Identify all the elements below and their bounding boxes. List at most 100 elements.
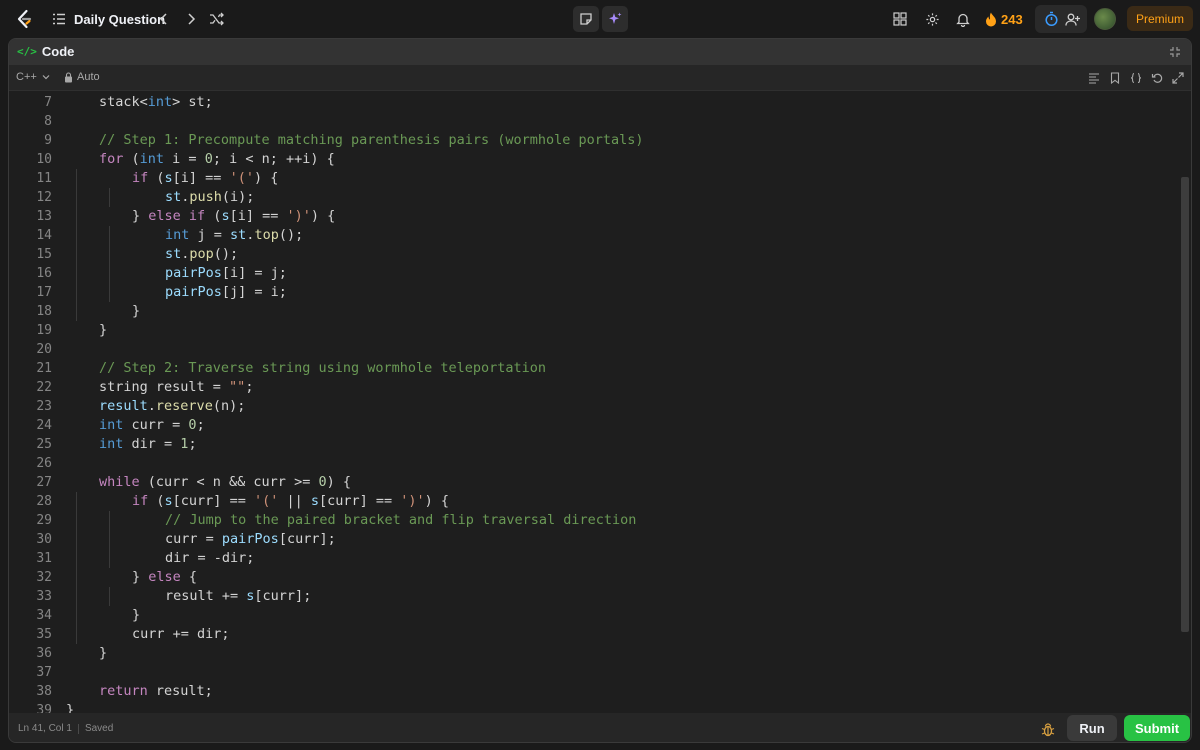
indent-guide [109,226,110,302]
save-status: Saved [84,723,114,734]
cursor-position: Ln 41, Col 1 [18,723,72,734]
submit-button[interactable]: Submit [1124,715,1190,741]
code-token: if [132,493,149,509]
code-line[interactable]: if (s[curr] == '(' || s[curr] == ')') { [132,492,449,511]
code-token: dir = -dir; [165,550,255,566]
code-token: [i] == [172,170,230,186]
line-number: 14 [36,228,52,243]
problem-list-label: Daily Question [74,11,166,27]
debugger-button[interactable] [1039,720,1057,738]
code-line[interactable]: while (curr < n && curr >= 0) { [99,473,351,492]
streak-count: 243 [1001,11,1023,27]
code-token: for [99,151,124,167]
code-line[interactable]: // Step 1: Precompute matching parenthes… [99,131,644,150]
code-line[interactable]: int dir = 1; [99,435,197,454]
code-token: s [310,493,319,509]
code-line[interactable]: result += s[curr]; [165,587,311,606]
run-button[interactable]: Run [1067,715,1117,741]
stopwatch-icon [1044,11,1058,27]
random-problem-button[interactable] [207,9,227,29]
code-line[interactable]: // Jump to the paired bracket and flip t… [165,511,636,530]
editor-status: Ln 41, Col 1 Saved [18,723,113,734]
layout-button[interactable] [890,9,910,29]
code-line[interactable]: for (int i = 0; i < n; ++i) { [99,150,335,169]
code-token: (n); [212,398,246,414]
code-token: '(' [253,493,279,509]
autosave-toggle[interactable]: Auto [64,71,100,83]
code-token: curr = [123,417,189,433]
top-navbar: Daily Question 243 Premium [0,0,1200,38]
code-tab[interactable]: </> Code [17,44,74,59]
braces-button[interactable] [1128,70,1144,86]
editor-scrollbar[interactable] [1181,177,1189,632]
code-line[interactable]: } [132,606,140,625]
code-token: ( [148,493,165,509]
line-number: 30 [36,532,52,547]
code-token: int [139,151,165,167]
language-select[interactable]: C++ [16,71,51,83]
code-line[interactable]: curr = pairPos[curr]; [165,530,336,549]
code-line[interactable]: int j = st.top(); [165,226,303,245]
code-line[interactable]: pairPos[j] = i; [165,283,287,302]
code-line[interactable]: } [99,644,107,663]
layout-icon [893,12,907,26]
ai-assistant-button[interactable] [602,6,628,32]
code-line[interactable]: stack<int> st; [99,93,213,112]
code-token: ) { [253,170,279,186]
code-line[interactable]: } [132,302,140,321]
code-token: 0 [188,417,197,433]
code-line[interactable]: } else if (s[i] == ')') { [132,207,335,226]
code-line[interactable]: curr += dir; [132,625,230,644]
code-line[interactable]: return result; [99,682,213,701]
code-line[interactable]: st.pop(); [165,245,238,264]
prev-problem-button[interactable] [154,9,174,29]
code-panel: </> Code C++ Auto 7 8 9 10 11 12 13 14 1… [8,38,1192,743]
line-number: 24 [36,418,52,433]
next-problem-button[interactable] [181,9,201,29]
line-number: 38 [36,684,52,699]
line-number: 31 [36,551,52,566]
code-line[interactable]: result.reserve(n); [99,397,245,416]
invite-button[interactable] [1063,9,1083,29]
code-line[interactable]: pairPos[i] = j; [165,264,287,283]
code-line[interactable]: if (s[i] == '(') { [132,169,278,188]
code-line[interactable]: } else { [132,568,197,587]
indent-guide [109,587,110,606]
line-number: 10 [36,152,52,167]
problem-list-button[interactable]: Daily Question [52,8,165,30]
line-number: 27 [36,475,52,490]
maximize-panel-button[interactable] [1167,44,1183,60]
line-number: 33 [36,589,52,604]
premium-button[interactable]: Premium [1127,6,1193,31]
code-token: result [99,398,148,414]
editor-footer: Ln 41, Col 1 Saved Run Submit [9,713,1191,742]
code-line[interactable]: // Step 2: Traverse string using wormhol… [99,359,546,378]
streak-counter[interactable]: 243 [985,9,1023,29]
format-code-button[interactable] [1086,70,1102,86]
code-line[interactable]: dir = -dir; [165,549,254,568]
notes-button[interactable] [573,6,599,32]
reset-code-button[interactable] [1149,70,1165,86]
lock-icon [65,71,72,82]
code-token: } [132,208,149,224]
code-token: } [99,645,108,661]
settings-button[interactable] [922,9,942,29]
expand-icon [1172,72,1184,84]
code-token: result; [147,683,213,699]
line-number: 22 [36,380,52,395]
code-editor[interactable]: 7 8 9 10 11 12 13 14 15 16 17 18 19 20 21 22 23 24 25 26 27 2… [9,91,1191,713]
bookmark-button[interactable] [1107,70,1123,86]
timer-button[interactable] [1041,9,1061,29]
user-avatar[interactable] [1094,8,1116,30]
code-line[interactable]: } [99,321,107,340]
line-number: 12 [36,190,52,205]
code-line[interactable]: st.push(i); [165,188,254,207]
code-line[interactable]: int curr = 0; [99,416,205,435]
code-token: ) { [326,474,351,490]
leetcode-logo-icon[interactable] [14,9,34,29]
code-line[interactable]: } [66,701,74,713]
notifications-button[interactable] [953,9,973,29]
code-token: while [99,474,140,490]
code-line[interactable]: string result = ""; [99,378,253,397]
fullscreen-button[interactable] [1170,70,1186,86]
